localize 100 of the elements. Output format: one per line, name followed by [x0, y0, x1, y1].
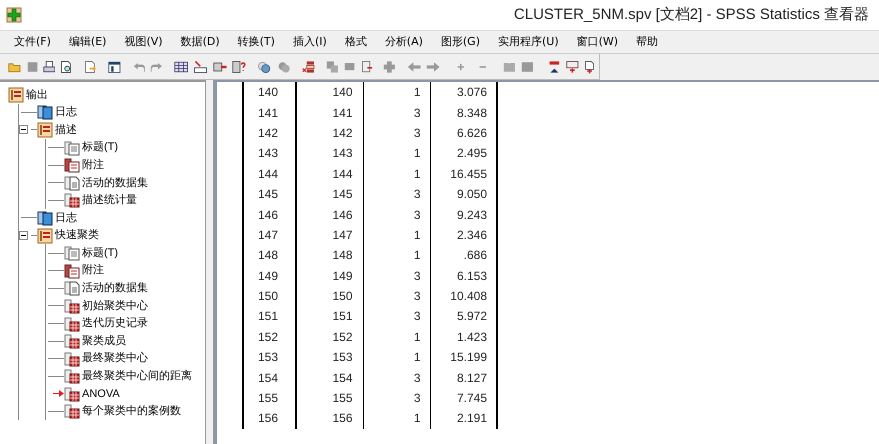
outline-item[interactable]: 迭代历史记录 [82, 315, 148, 332]
outline-item[interactable]: 每个聚类中的案例数 [82, 403, 181, 420]
table-icon [64, 386, 80, 402]
table-cell: 148 [296, 245, 363, 266]
document-icon [64, 280, 80, 296]
collapse-toggle[interactable] [19, 125, 28, 134]
menu-item[interactable]: 窗口(W) [568, 34, 626, 50]
menu-item[interactable]: 转换(T) [230, 34, 283, 50]
outline-item[interactable]: 最终聚类中心间的距离 [82, 368, 192, 385]
print-icon[interactable] [42, 58, 56, 74]
table-cell: 145 [243, 184, 296, 204]
outline-item[interactable]: 输出 [26, 86, 48, 104]
table-cell: 153 [296, 347, 363, 368]
table-cell: 146 [296, 204, 363, 225]
menu-item[interactable]: 格式 [336, 34, 375, 50]
table-cell: 149 [296, 266, 363, 286]
outline-icon[interactable] [302, 58, 315, 74]
table-cell: 9.243 [430, 204, 497, 225]
outline-item[interactable]: 标题(T) [82, 139, 118, 156]
menu-item[interactable]: 编辑(E) [60, 34, 114, 50]
table-cell: 1 [363, 326, 430, 348]
data-grid-icon[interactable] [174, 60, 188, 74]
table-cell: 3 [363, 204, 430, 225]
table-cell: 145 [296, 184, 363, 204]
table-cell: 151 [243, 306, 296, 327]
outline-item[interactable]: 日志 [55, 104, 77, 121]
menu-item[interactable]: 实用程序(U) [490, 34, 567, 50]
table-cell: 1 [363, 224, 430, 246]
table-cell: 7.745 [430, 388, 497, 408]
menu-item[interactable]: 分析(A) [376, 34, 431, 50]
table-cell: 1 [363, 164, 430, 184]
table-cell: 147 [243, 224, 296, 246]
table-cell: 149 [243, 266, 296, 286]
table-cell: 1 [363, 143, 430, 164]
table-icon [64, 368, 80, 384]
table-cell: 140 [296, 82, 363, 102]
table-cell: 9.050 [430, 184, 497, 204]
table-cell: 143 [243, 143, 296, 164]
outline-item[interactable]: 活动的数据集 [82, 280, 148, 297]
table-cell: 152 [296, 326, 363, 348]
outline-item[interactable]: 初始聚类中心 [82, 298, 148, 314]
insert-title-icon[interactable] [566, 58, 579, 74]
table-cell: 142 [243, 122, 296, 144]
variables-icon[interactable] [232, 58, 246, 74]
outline-item[interactable]: 描述 [55, 122, 77, 138]
outline-item[interactable]: 附注 [82, 156, 104, 174]
outline-item[interactable]: ANOVA [82, 386, 120, 402]
table-cell: 3 [363, 266, 430, 286]
go-to-case-icon[interactable] [193, 58, 208, 74]
export-icon[interactable] [84, 58, 97, 74]
table-cell: 148 [243, 245, 296, 266]
outline-item[interactable]: 日志 [55, 210, 77, 226]
table-cell: 3 [363, 184, 430, 204]
table-cell: 15.199 [430, 347, 497, 368]
document-icon [64, 174, 80, 191]
table-cell: 155 [296, 388, 363, 408]
table-cell: 144 [243, 164, 296, 184]
outline-item[interactable]: 活动的数据集 [82, 174, 148, 192]
table-cell: 144 [296, 164, 363, 184]
export-icon[interactable] [361, 58, 374, 74]
table-cell: 16.455 [430, 164, 497, 184]
print-preview-icon[interactable] [60, 58, 74, 74]
table-icon [64, 350, 80, 367]
outline-item[interactable]: 描述统计量 [82, 192, 137, 209]
table-cell: 3 [363, 122, 430, 144]
table-cell: 2.495 [430, 143, 497, 164]
insert-text-icon[interactable] [584, 58, 595, 74]
table-cell: 8.348 [430, 102, 497, 123]
app-icon [6, 7, 22, 23]
table-cell: 3.076 [430, 82, 497, 102]
menu-item[interactable]: 数据(D) [172, 34, 228, 50]
collapse-toggle[interactable] [19, 231, 28, 240]
table-cell: 3 [363, 286, 430, 306]
insert-heading-icon[interactable] [548, 58, 562, 74]
table-cell: 8.127 [430, 367, 497, 388]
menu-item[interactable]: 插入(I) [284, 34, 335, 50]
table-cell: 142 [296, 122, 363, 144]
outline-item[interactable]: 快速聚类 [55, 227, 99, 244]
table-cell: 6.153 [430, 266, 497, 286]
table-cell: 3 [363, 367, 430, 388]
note-icon [64, 157, 80, 174]
menu-item[interactable]: 视图(V) [116, 34, 171, 50]
table-cell: 10.408 [430, 286, 497, 306]
table-cell: 154 [243, 367, 296, 388]
table-cell: 3 [363, 388, 430, 408]
outline-item[interactable]: 标题(T) [82, 244, 118, 262]
outline-item[interactable]: 最终聚类中心 [82, 350, 148, 367]
go-to-variable-icon[interactable] [212, 60, 228, 74]
table-cell: 140 [243, 82, 296, 102]
table-cell: 2.191 [430, 408, 497, 429]
page-icon [64, 140, 80, 156]
table-cell: 154 [296, 367, 363, 388]
outline-item[interactable]: 聚类成员 [82, 332, 126, 350]
menu-item[interactable]: 文件(F) [6, 34, 59, 50]
table-cell: 152 [243, 326, 296, 348]
menu-item[interactable]: 图形(G) [432, 34, 488, 50]
table-cell: 150 [296, 286, 363, 306]
outline-item[interactable]: 附注 [82, 262, 104, 279]
menu-item[interactable]: 帮助 [628, 34, 666, 50]
table-cell: 156 [243, 408, 296, 429]
